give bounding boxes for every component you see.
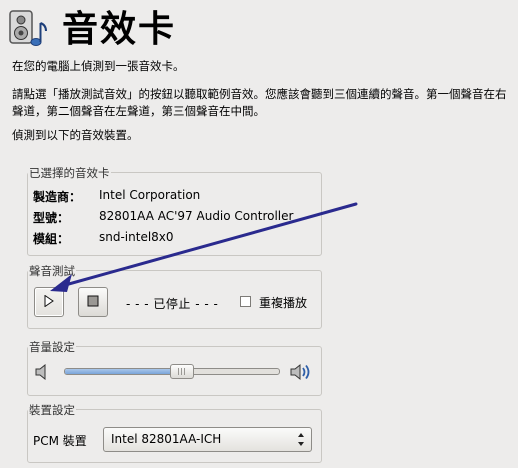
speaker-high-icon (290, 362, 314, 385)
volume-slider-thumb[interactable] (169, 364, 194, 379)
module-row: 模組： snd-intel8x0 (33, 230, 174, 247)
updown-arrows-icon (297, 432, 305, 447)
detected-text: 在您的電腦上偵測到一張音效卡。 (12, 59, 185, 73)
device-label: 裝置設定 (28, 402, 76, 418)
instructions-text: 請點選「播放測試音效」的按鈕以聽取範例音效。您應該會聽到三個連續的聲音。第一個聲… (12, 87, 507, 118)
selected-card-label: 已選擇的音效卡 (28, 165, 111, 181)
volume-label: 音量設定 (28, 339, 76, 355)
pcm-device-label: PCM 裝置 (33, 434, 87, 448)
module-key: 模組： (33, 232, 70, 246)
speaker-low-icon (34, 363, 50, 383)
module-value: snd-intel8x0 (99, 230, 174, 244)
pcm-device-select[interactable]: Intel 82801AA-ICH (103, 427, 312, 452)
repeat-checkbox[interactable] (240, 296, 251, 307)
vendor-value: Intel Corporation (99, 188, 201, 202)
model-value: 82801AA AC'97 Audio Controller (99, 209, 294, 223)
playback-status: - - - 已停止 - - - (126, 297, 219, 311)
page-title: 音效卡 (62, 8, 177, 50)
play-test-sound-button[interactable] (34, 287, 64, 317)
devices-heading: 偵測到以下的音效裝置。 (12, 128, 139, 142)
pcm-device-value: Intel 82801AA-ICH (111, 432, 222, 446)
repeat-label[interactable]: 重複播放 (259, 294, 307, 311)
volume-slider-fill (65, 369, 183, 374)
model-key: 型號： (33, 211, 70, 225)
model-row: 型號： 82801AA AC'97 Audio Controller (33, 209, 293, 226)
vendor-key: 製造商： (33, 190, 82, 204)
stop-icon (87, 295, 99, 310)
sound-card-speaker-icon (6, 7, 50, 51)
header: 音效卡 (6, 6, 176, 52)
sound-test-label: 聲音測試 (28, 263, 76, 279)
vendor-row: 製造商： Intel Corporation (33, 188, 200, 205)
play-icon (44, 294, 54, 310)
stop-button[interactable] (78, 287, 108, 317)
